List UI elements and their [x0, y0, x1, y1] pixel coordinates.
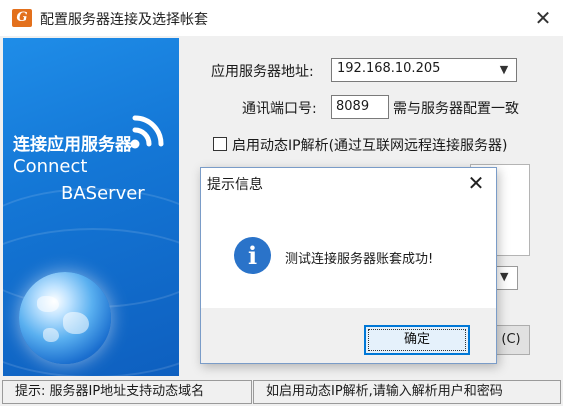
dynamic-ip-label[interactable]: 启用动态IP解析(通过互联网远程连接服务器) [232, 135, 508, 155]
port-hint: 需与服务器配置一致 [393, 101, 519, 117]
title-bar: G 配置服务器连接及选择帐套 ✕ [0, 0, 563, 36]
dialog-message: 测试连接服务器账套成功! [285, 252, 434, 267]
banner-title-en-1: Connect [13, 156, 88, 177]
status-hint-left: 提示: 服务器IP地址支持动态域名 [2, 380, 252, 404]
dialog-close-button[interactable]: ✕ [463, 170, 489, 196]
wifi-icon [130, 115, 164, 149]
ok-button[interactable]: 确定 [364, 325, 470, 355]
c-button[interactable]: (C) [492, 325, 530, 355]
status-hint-right: 如启用动态IP解析,请输入解析用户和密码 [253, 380, 561, 404]
window-close-button[interactable]: ✕ [530, 6, 556, 30]
chevron-down-icon[interactable]: ▼ [494, 60, 514, 80]
chevron-down-icon[interactable]: ▼ [500, 270, 508, 283]
connect-banner: 连接应用服务器 Connect BAServer [3, 38, 179, 376]
banner-title-cn: 连接应用服务器 [13, 135, 132, 155]
config-window: G 配置服务器连接及选择帐套 ✕ 连接应用服务器 Connect BAServe… [0, 0, 563, 406]
server-address-combo[interactable]: 192.168.10.205 ▼ [331, 58, 517, 82]
port-input[interactable]: 8089 [331, 95, 389, 119]
dialog-title: 提示信息 [207, 177, 263, 193]
info-dialog: 提示信息 ✕ i 测试连接服务器账套成功! 确定 [200, 167, 497, 364]
banner-title-en-2: BAServer [61, 183, 145, 204]
dialog-footer: 确定 [201, 308, 496, 363]
globe-icon [19, 272, 111, 364]
dialog-body: i 测试连接服务器账套成功! [201, 202, 496, 308]
app-logo-icon: G [12, 9, 32, 27]
dynamic-ip-checkbox[interactable] [213, 137, 227, 151]
info-icon: i [234, 237, 271, 274]
status-bar: 提示: 服务器IP地址支持动态域名 如启用动态IP解析,请输入解析用户和密码 [0, 378, 563, 406]
server-address-label: 应用服务器地址: [211, 64, 314, 80]
server-address-value: 192.168.10.205 [337, 61, 441, 76]
port-label: 通讯端口号: [242, 101, 317, 117]
window-title: 配置服务器连接及选择帐套 [40, 12, 208, 28]
